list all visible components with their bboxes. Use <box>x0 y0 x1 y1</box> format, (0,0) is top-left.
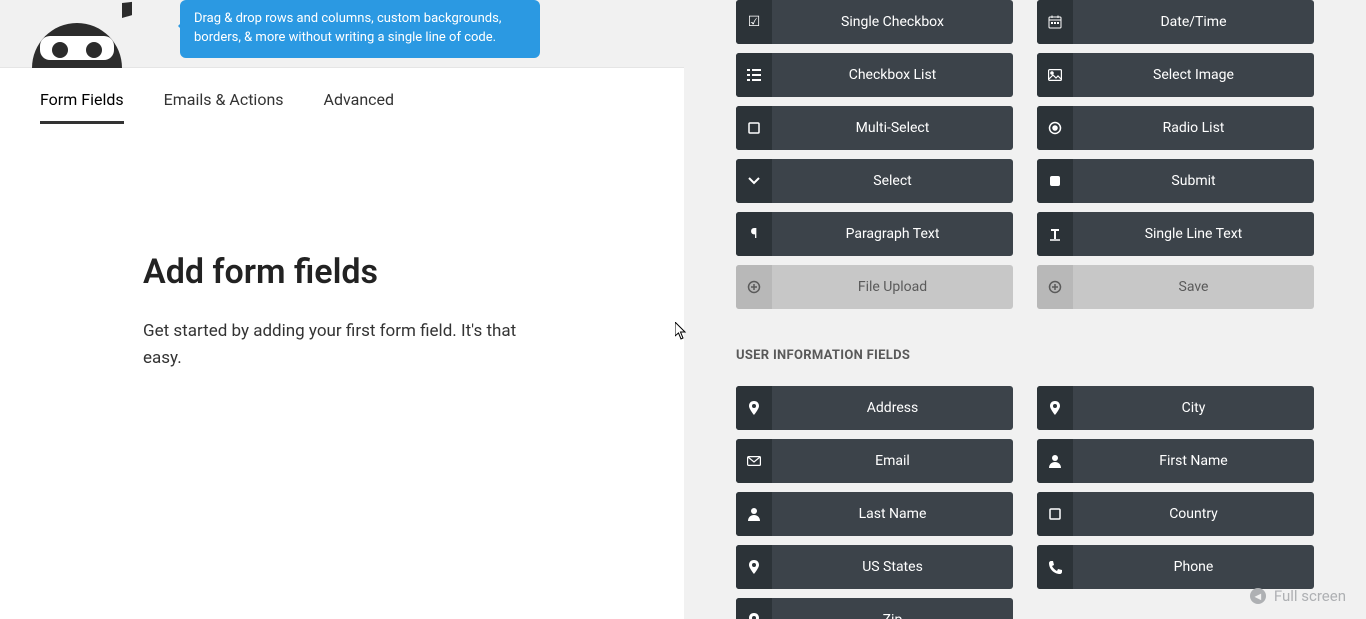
tooltip-bubble: Drag & drop rows and columns, custom bac… <box>180 0 540 58</box>
field-radio-list[interactable]: Radio List <box>1037 106 1314 150</box>
field-email[interactable]: Email <box>736 439 1013 483</box>
field-submit[interactable]: Submit <box>1037 159 1314 203</box>
field-city[interactable]: City <box>1037 386 1314 430</box>
square-icon <box>736 106 772 150</box>
fullscreen-label: Full screen <box>1274 587 1346 605</box>
field-label: First Name <box>1073 439 1314 483</box>
field-label: Radio List <box>1073 106 1314 150</box>
field-single-checkbox[interactable]: ☑ Single Checkbox <box>736 0 1013 44</box>
fullscreen-button[interactable]: ◄ Full screen <box>1250 587 1346 605</box>
arrow-left-circle-icon: ◄ <box>1250 588 1266 604</box>
field-label: Submit <box>1073 159 1314 203</box>
checkbox-checked-icon: ☑ <box>736 0 772 44</box>
chevron-down-icon <box>736 159 772 203</box>
tooltip-text: Drag & drop rows and columns, custom bac… <box>194 11 501 45</box>
field-select[interactable]: Select <box>736 159 1013 203</box>
tab-emails-actions[interactable]: Emails & Actions <box>164 90 284 124</box>
list-icon <box>736 53 772 97</box>
calendar-icon <box>1037 0 1073 44</box>
section-user-info: USER INFORMATION FIELDS <box>736 348 1314 363</box>
field-last-name[interactable]: Last Name <box>736 492 1013 536</box>
pin-icon <box>736 545 772 589</box>
square-icon <box>1037 492 1073 536</box>
field-label: Select Image <box>1073 53 1314 97</box>
ninja-logo <box>22 0 132 68</box>
field-single-line-text[interactable]: Single Line Text <box>1037 212 1314 256</box>
field-label: Country <box>1073 492 1314 536</box>
field-label: Date/Time <box>1073 0 1314 44</box>
field-save: Save <box>1037 265 1314 309</box>
user-icon <box>736 492 772 536</box>
field-label: File Upload <box>772 265 1013 309</box>
page-title: Add form fields <box>143 252 378 292</box>
tabs: Form Fields Emails & Actions Advanced <box>40 90 394 124</box>
field-label: US States <box>772 545 1013 589</box>
field-label: Save <box>1073 265 1314 309</box>
field-label: Paragraph Text <box>772 212 1013 256</box>
pin-icon <box>736 598 772 619</box>
page-subtitle: Get started by adding your first form fi… <box>143 318 553 372</box>
field-first-name[interactable]: First Name <box>1037 439 1314 483</box>
field-date-time[interactable]: Date/Time <box>1037 0 1314 44</box>
field-zip[interactable]: Zip <box>736 598 1013 619</box>
field-label: Multi-Select <box>772 106 1013 150</box>
field-label: Checkbox List <box>772 53 1013 97</box>
phone-icon <box>1037 545 1073 589</box>
radio-icon <box>1037 106 1073 150</box>
pin-icon <box>1037 386 1073 430</box>
field-file-upload: File Upload <box>736 265 1013 309</box>
field-paragraph-text[interactable]: ¶ Paragraph Text <box>736 212 1013 256</box>
field-label: Select <box>772 159 1013 203</box>
right-panel: ☑ Single Checkbox Date/Time Checkbox Lis… <box>684 0 1366 619</box>
plus-circle-icon <box>736 265 772 309</box>
field-phone[interactable]: Phone <box>1037 545 1314 589</box>
field-checkbox-list[interactable]: Checkbox List <box>736 53 1013 97</box>
field-multi-select[interactable]: Multi-Select <box>736 106 1013 150</box>
field-us-states[interactable]: US States <box>736 545 1013 589</box>
fields-grid: ☑ Single Checkbox Date/Time Checkbox Lis… <box>736 0 1314 619</box>
header-bar: Drag & drop rows and columns, custom bac… <box>0 0 684 68</box>
envelope-icon <box>736 439 772 483</box>
field-label: Last Name <box>772 492 1013 536</box>
field-label: Single Line Text <box>1073 212 1314 256</box>
paragraph-icon: ¶ <box>736 212 772 256</box>
field-select-image[interactable]: Select Image <box>1037 53 1314 97</box>
field-label: City <box>1073 386 1314 430</box>
field-label: Phone <box>1073 545 1314 589</box>
field-label: Address <box>772 386 1013 430</box>
left-panel: Drag & drop rows and columns, custom bac… <box>0 0 684 619</box>
plus-circle-icon <box>1037 265 1073 309</box>
text-cursor-icon <box>1037 212 1073 256</box>
image-icon <box>1037 53 1073 97</box>
square-filled-icon <box>1037 159 1073 203</box>
field-label: Zip <box>772 598 1013 619</box>
field-address[interactable]: Address <box>736 386 1013 430</box>
tab-form-fields[interactable]: Form Fields <box>40 90 124 124</box>
user-icon <box>1037 439 1073 483</box>
tab-advanced[interactable]: Advanced <box>324 90 395 124</box>
pin-icon <box>736 386 772 430</box>
field-label: Email <box>772 439 1013 483</box>
field-country[interactable]: Country <box>1037 492 1314 536</box>
field-label: Single Checkbox <box>772 0 1013 44</box>
